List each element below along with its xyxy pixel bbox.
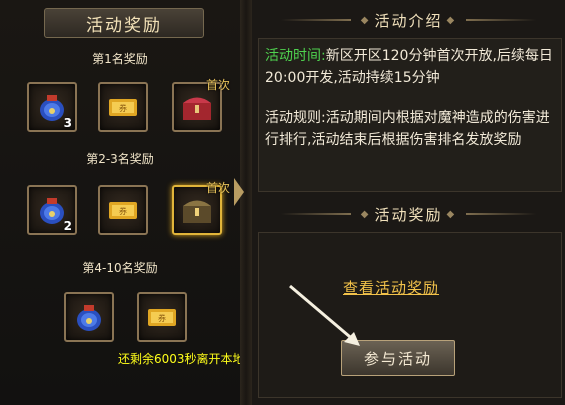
gold-scroll-icon: 券 <box>109 202 137 219</box>
time-label: 活动时间: <box>265 48 326 64</box>
item-quantity: 3 <box>63 116 72 130</box>
intro-title: 活动介绍 <box>374 11 443 30</box>
reward-panel: 活动奖励 第1名奖励 第2-3名奖励 第4-10名奖励 3 券 首次 2 券 首… <box>0 0 260 405</box>
pointer-arrow-icon <box>289 284 360 346</box>
reward-slot[interactable]: 2 <box>27 185 77 235</box>
reward-title: 活动奖励 <box>374 205 443 224</box>
activity-time: 活动时间:新区开区120分钟首次开放,后续每日20:00开发,活动持续15分钟 <box>265 45 555 89</box>
item-quantity: 2 <box>63 219 72 233</box>
reward-slot[interactable]: 首次 <box>172 78 230 132</box>
first-time-badge: 首次 <box>205 78 230 92</box>
intro-box: 活动时间:新区开区120分钟首次开放,后续每日20:00开发,活动持续15分钟 … <box>258 38 562 192</box>
blue-pouch-icon <box>77 305 101 331</box>
tier-3-label: 第4-10名奖励 <box>82 261 158 275</box>
gold-chest-icon <box>183 200 211 223</box>
reward-slot[interactable]: 券 <box>137 292 187 342</box>
reward-slot[interactable]: 首次 <box>172 181 230 235</box>
tier-1-label: 第1名奖励 <box>92 52 148 66</box>
svg-text:券: 券 <box>119 206 127 216</box>
chevron-right-icon <box>234 178 244 206</box>
red-chest-icon <box>183 97 211 120</box>
reward-slot[interactable]: 券 <box>98 82 148 132</box>
gold-scroll-icon: 券 <box>148 309 176 326</box>
intro-header: ◆ 活动介绍 ◆ <box>252 6 565 34</box>
reward-slot[interactable]: 券 <box>98 185 148 235</box>
svg-text:券: 券 <box>158 313 166 323</box>
gold-scroll-icon: 券 <box>109 99 137 116</box>
reward-slot[interactable]: 3 <box>27 82 77 132</box>
first-time-badge: 首次 <box>205 181 230 195</box>
activity-rules: 活动规则:活动期间内根据对魔神造成的伤害进行排行,活动结束后根据伤害排名发放奖励 <box>265 110 550 148</box>
reward-header: ◆ 活动奖励 ◆ <box>252 200 565 228</box>
svg-text:券: 券 <box>119 103 127 113</box>
reward-panel-title: 活动奖励 <box>44 8 204 38</box>
tier-2-label: 第2-3名奖励 <box>86 152 154 166</box>
reward-slot[interactable] <box>64 292 114 342</box>
